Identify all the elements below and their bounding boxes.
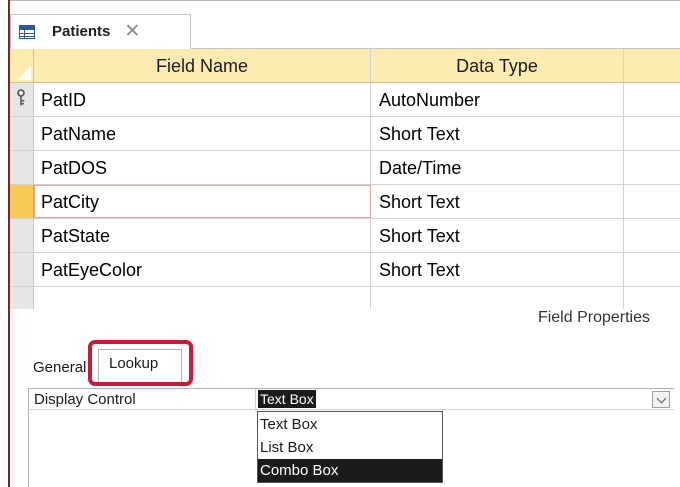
field-name-cell[interactable] [34, 287, 371, 309]
primary-key-icon [17, 89, 25, 106]
grid-header-row: Field Name Data Type [10, 49, 680, 83]
row-selector[interactable] [10, 117, 34, 150]
chevron-down-icon[interactable] [652, 391, 670, 408]
data-type-cell[interactable]: AutoNumber [371, 83, 624, 116]
description-cell[interactable] [624, 185, 680, 218]
row-selector[interactable] [10, 83, 34, 116]
data-type-cell[interactable]: Date/Time [371, 151, 624, 184]
dropdown-option-text-box[interactable]: Text Box [258, 413, 442, 436]
table-row[interactable]: PatState Short Text [10, 219, 680, 253]
dropdown-option-list-box[interactable]: List Box [258, 436, 442, 459]
document-tab-patients[interactable]: Patients ✕ [10, 14, 191, 49]
table-row[interactable]: PatName Short Text [10, 117, 680, 151]
field-name-cell[interactable]: PatEyeColor [34, 253, 371, 286]
data-type-cell[interactable]: Short Text [371, 219, 624, 252]
column-header-description [624, 49, 680, 82]
display-control-dropdown: Text Box List Box Combo Box [257, 411, 443, 483]
description-cell[interactable] [624, 83, 680, 116]
close-icon[interactable]: ✕ [124, 22, 140, 41]
property-row-display-control[interactable]: Display Control Text Box [28, 388, 674, 411]
description-cell[interactable] [624, 287, 680, 309]
combo-value[interactable]: Text Box [258, 390, 316, 408]
table-row[interactable]: PatCity Short Text [10, 185, 680, 219]
row-selector[interactable] [10, 185, 34, 218]
tab-general[interactable]: General [33, 359, 86, 376]
data-type-cell[interactable]: Short Text [371, 253, 624, 286]
property-divider [255, 389, 256, 411]
dropdown-option-combo-box[interactable]: Combo Box [258, 459, 442, 482]
description-cell[interactable] [624, 219, 680, 252]
document-tab-label: Patients [52, 23, 111, 40]
row-selector[interactable] [10, 151, 34, 184]
field-properties-label: Field Properties [537, 309, 650, 326]
table-row[interactable]: PatEyeColor Short Text [10, 253, 680, 287]
description-cell[interactable] [624, 253, 680, 286]
field-name-cell[interactable]: PatName [34, 117, 371, 150]
table-icon [19, 24, 35, 39]
data-type-cell[interactable] [371, 287, 624, 309]
data-type-cell[interactable]: Short Text [371, 185, 624, 218]
document-tab-strip: Patients ✕ [10, 1, 680, 49]
table-row[interactable]: PatID AutoNumber [10, 83, 680, 117]
field-name-cell[interactable]: PatID [34, 83, 371, 116]
field-name-cell[interactable]: PatState [34, 219, 371, 252]
row-selector[interactable] [10, 253, 34, 286]
table-row[interactable]: PatDOS Date/Time [10, 151, 680, 185]
row-selector[interactable] [10, 219, 34, 252]
column-header-data-type: Data Type [371, 49, 624, 82]
new-row[interactable] [10, 287, 680, 309]
description-cell[interactable] [624, 151, 680, 184]
data-type-cell[interactable]: Short Text [371, 117, 624, 150]
field-name-cell[interactable]: PatCity [34, 185, 371, 218]
lookup-tab-highlight [88, 340, 193, 386]
row-selector[interactable] [10, 287, 34, 309]
display-control-combo[interactable]: Text Box [258, 390, 670, 409]
property-name: Display Control [34, 391, 136, 408]
select-all-corner[interactable] [10, 49, 34, 82]
description-cell[interactable] [624, 117, 680, 150]
field-name-cell[interactable]: PatDOS [34, 151, 371, 184]
column-header-field-name: Field Name [34, 49, 371, 82]
